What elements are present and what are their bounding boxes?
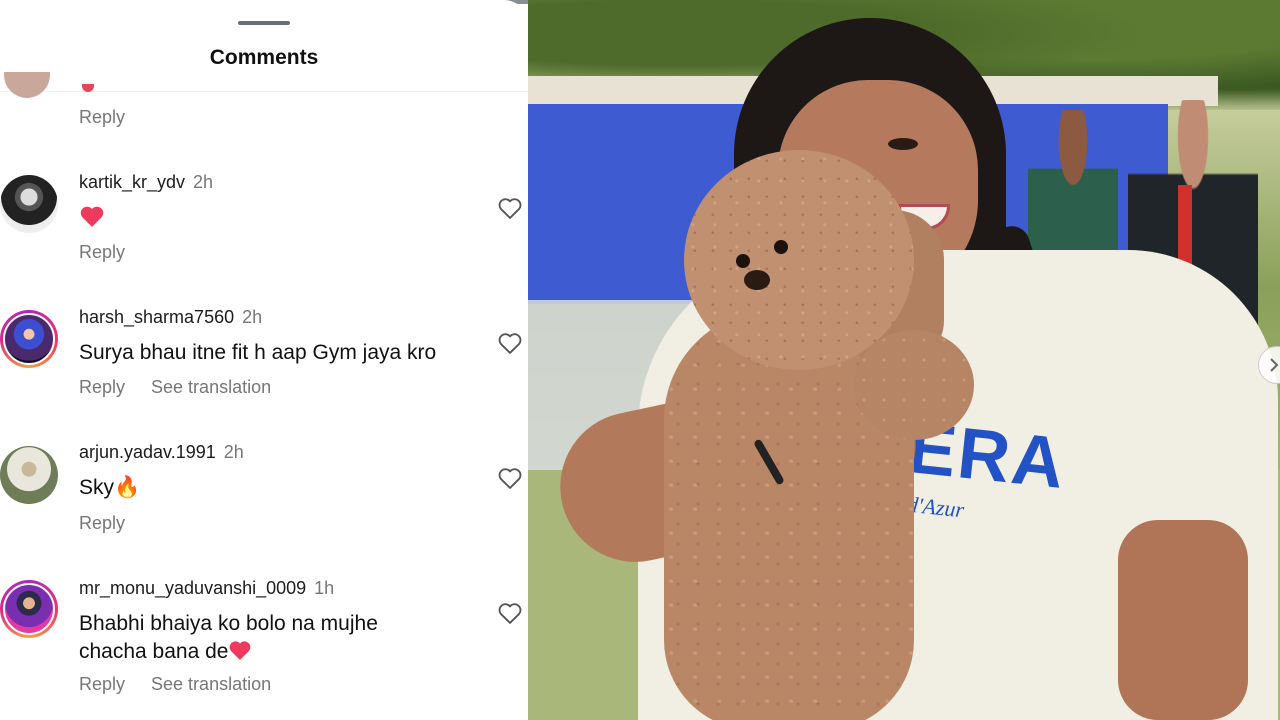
sheet-title: Comments	[209, 46, 319, 69]
like-heart-icon[interactable]	[496, 599, 524, 627]
reply-button[interactable]: Reply	[79, 513, 125, 533]
comment-actions: Reply See translation	[79, 377, 297, 398]
comments-sheet: Comments Reply kartik_kr_ydv 2h Reply ha…	[0, 0, 528, 720]
comment-header: kartik_kr_ydv 2h	[79, 172, 213, 193]
see-translation-link[interactable]: See translation	[151, 377, 271, 397]
avatar-story-ring[interactable]	[0, 580, 58, 638]
previous-comment-avatar[interactable]	[4, 72, 50, 98]
dog-paw	[854, 330, 974, 440]
poodle-dog	[624, 150, 984, 720]
comment-actions: Reply See translation	[79, 674, 297, 695]
screen: Comments Reply kartik_kr_ydv 2h Reply ha…	[0, 0, 1280, 720]
username[interactable]: kartik_kr_ydv	[79, 172, 185, 192]
reply-button[interactable]: Reply	[79, 242, 125, 262]
comment-header: harsh_sharma7560 2h	[79, 307, 262, 328]
timestamp: 2h	[223, 442, 244, 462]
username[interactable]: mr_monu_yaduvanshi_0009	[79, 578, 306, 598]
red-heart-emoji	[79, 204, 105, 233]
post-photo[interactable]: ERA Côte d'Azur 1985	[528, 0, 1280, 720]
chevron-right-icon	[1270, 358, 1279, 372]
reply-button[interactable]: Reply	[79, 674, 125, 694]
username[interactable]: arjun.yadav.1991	[79, 442, 216, 462]
like-heart-icon[interactable]	[496, 329, 524, 357]
drag-handle[interactable]	[238, 21, 290, 25]
woman-arm-right	[1118, 520, 1248, 720]
avatar	[3, 583, 55, 635]
username[interactable]: harsh_sharma7560	[79, 307, 234, 327]
comment-text-fragment: chacha bana de	[79, 640, 229, 663]
like-heart-icon[interactable]	[496, 194, 524, 222]
previous-comment-actions: Reply	[79, 107, 151, 128]
comment-text-line: Bhabhi bhaiya ko bolo na mujhe	[79, 612, 378, 635]
comment-header: arjun.yadav.1991 2h	[79, 442, 244, 463]
dog-eye	[736, 254, 750, 268]
dog-nose	[744, 270, 770, 290]
comment-text-line: chacha bana de	[79, 638, 479, 666]
timestamp: 2h	[193, 172, 214, 192]
sheet-header-bg	[0, 0, 528, 40]
like-heart-icon[interactable]	[496, 464, 524, 492]
timestamp: 1h	[314, 578, 335, 598]
avatar[interactable]	[0, 175, 58, 233]
timestamp: 2h	[242, 307, 263, 327]
tshirt-sleeve	[1088, 300, 1258, 540]
comment-actions: Reply	[79, 513, 151, 534]
avatar	[3, 313, 55, 365]
red-heart-emoji	[230, 641, 251, 660]
comment-actions: Reply	[79, 242, 151, 263]
avatar[interactable]	[0, 446, 58, 504]
woman-eye	[888, 138, 918, 150]
reply-button[interactable]: Reply	[79, 107, 125, 127]
comment-text: Bhabhi bhaiya ko bolo na mujhe chacha ba…	[79, 610, 479, 666]
avatar-story-ring[interactable]	[0, 310, 58, 368]
comment-header: mr_monu_yaduvanshi_0009 1h	[79, 578, 334, 599]
comment-text: Surya bhau itne fit h aap Gym jaya kro	[79, 341, 437, 364]
dog-head	[684, 150, 914, 370]
dog-eye	[774, 240, 788, 254]
see-translation-link[interactable]: See translation	[151, 674, 271, 694]
reply-button[interactable]: Reply	[79, 377, 125, 397]
comment-text: Sky🔥	[79, 476, 141, 499]
header-divider	[0, 91, 528, 92]
